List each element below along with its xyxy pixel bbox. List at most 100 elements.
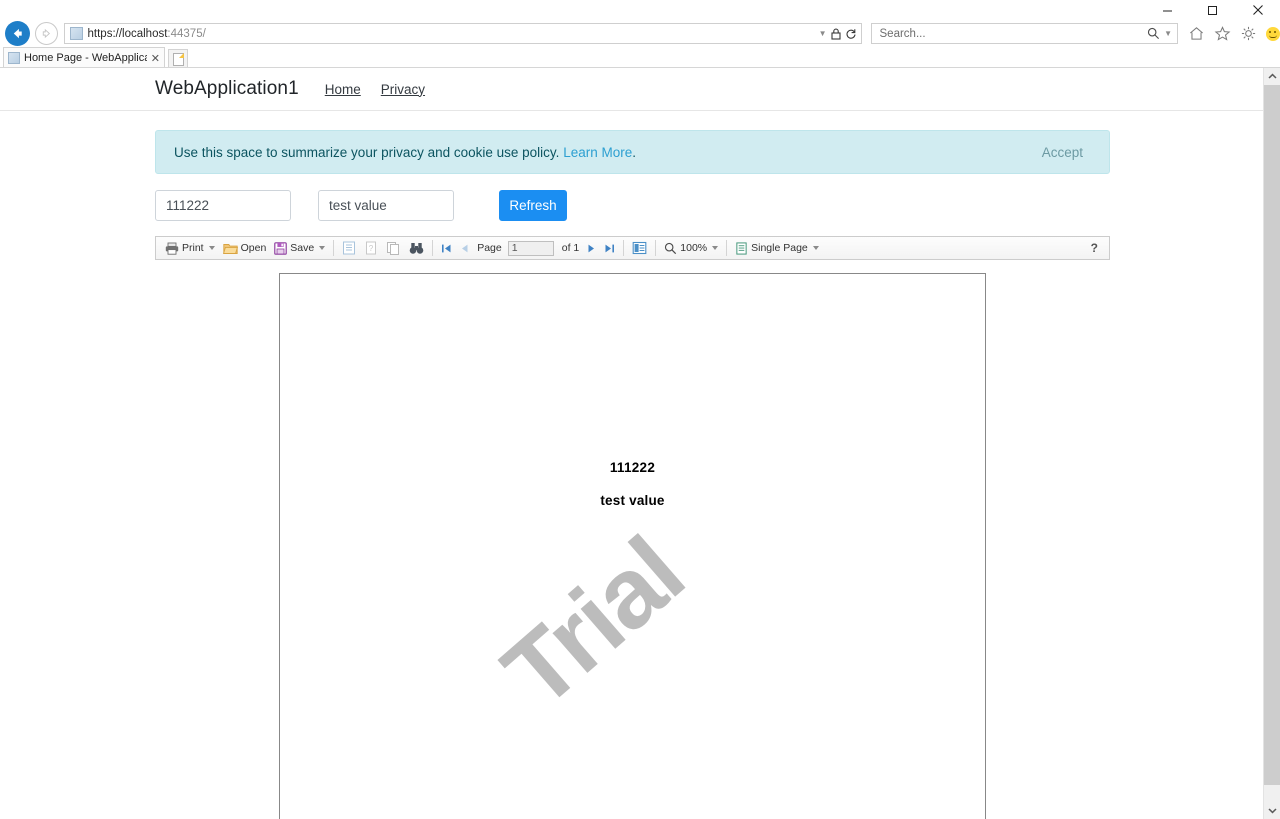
site-brand[interactable]: WebApplication1 [155, 78, 299, 100]
pdf-zoom-label: 100% [680, 242, 708, 254]
report-parameter-form: Refresh [155, 189, 1115, 221]
scrollbar-thumb[interactable] [1264, 85, 1280, 785]
last-page-icon [605, 244, 615, 252]
pdf-zoom-dropdown-icon[interactable] [712, 246, 719, 250]
zoom-magnifier-icon [665, 242, 677, 254]
settings-gear-icon[interactable] [1240, 25, 1257, 42]
first-page-icon [442, 244, 451, 252]
pdf-print-label: Print [182, 242, 204, 254]
cookie-learn-more-link[interactable]: Learn More [563, 145, 632, 160]
pdf-page-navigation: Page [473, 238, 558, 258]
refresh-button[interactable]: Refresh [499, 189, 567, 221]
window-controls [1145, 0, 1280, 20]
maximize-icon [1208, 5, 1217, 15]
close-button[interactable] [1235, 0, 1280, 20]
home-icon[interactable] [1188, 25, 1205, 42]
new-tab-button[interactable] [168, 49, 188, 68]
pdf-last-page-button[interactable] [600, 238, 619, 258]
address-bar-url: https://localhost:44375/ [87, 27, 206, 40]
printer-icon [165, 242, 179, 255]
browser-toolbar-icons [1188, 25, 1280, 42]
pdf-help-button[interactable]: ? [1091, 241, 1098, 255]
cookie-banner-text: Use this space to summarize your privacy… [174, 144, 636, 160]
page-scrollbar[interactable] [1263, 68, 1280, 819]
toolbar-separator [726, 240, 728, 256]
pdf-first-page-button[interactable] [437, 238, 456, 258]
pdf-page-count: of 1 [558, 238, 584, 258]
toolbar-separator [655, 240, 657, 256]
parameter-field-1[interactable] [155, 189, 291, 221]
binoculars-find-icon [409, 242, 424, 254]
pdf-open-label: Open [240, 242, 267, 254]
svg-text:?: ? [369, 244, 374, 253]
pdf-refresh-report-button[interactable] [382, 238, 405, 258]
search-actions: ▼ [1147, 27, 1177, 40]
next-page-icon [588, 244, 595, 252]
pdf-save-label: Save [290, 242, 315, 254]
scroll-up-button[interactable] [1264, 68, 1280, 85]
toolbar-separator [623, 240, 625, 256]
browser-titlebar [0, 0, 1280, 20]
minimize-icon [1163, 10, 1172, 11]
pdf-next-page-button[interactable] [583, 238, 600, 258]
tab-close-icon[interactable]: ✕ [151, 52, 160, 65]
pdf-print-dropdown-icon[interactable] [208, 246, 215, 250]
pdf-find-button[interactable] [405, 238, 428, 258]
cookie-consent-banner: Use this space to summarize your privacy… [155, 130, 1110, 174]
lock-icon [830, 28, 841, 40]
export-icon [632, 241, 647, 255]
pdf-page-count-label: of 1 [561, 242, 580, 254]
toolbar-separator [333, 240, 335, 256]
trial-watermark: Trial [482, 516, 704, 730]
pdf-export-button[interactable] [628, 238, 651, 258]
pdf-save-dropdown-icon[interactable] [319, 246, 326, 250]
pdf-open-button[interactable]: Open [219, 238, 271, 258]
pdf-print-button[interactable]: Print [161, 238, 219, 258]
feedback-smiley-icon[interactable] [1265, 26, 1280, 41]
pdf-save-button[interactable]: Save [270, 238, 329, 258]
pdf-previous-page-button[interactable] [456, 238, 473, 258]
browser-tab-bar: Home Page - WebApplicati... ✕ [0, 47, 1280, 68]
search-magnifier-icon[interactable] [1147, 27, 1160, 40]
pdf-page-input[interactable] [507, 240, 554, 256]
pdf-toolbar: Print Open Save ? Page 1 of 1 100% Singl… [155, 236, 1110, 260]
tab-favicon-icon [8, 52, 20, 64]
address-bar-actions: ▼ [819, 28, 861, 40]
forward-button[interactable] [33, 21, 61, 47]
scroll-down-button[interactable] [1264, 802, 1280, 819]
pdf-parameters-button[interactable]: ? [360, 238, 382, 258]
page-viewport: WebApplication1 Home Privacy Use this sp… [0, 68, 1263, 819]
nav-link-home[interactable]: Home [325, 82, 361, 97]
parameter-field-2[interactable] [318, 189, 454, 221]
chevron-up-icon [1268, 73, 1277, 79]
previous-page-icon [462, 244, 468, 252]
search-input[interactable]: Search... [880, 28, 926, 40]
maximize-button[interactable] [1190, 0, 1235, 20]
address-dropdown-icon[interactable]: ▼ [819, 29, 827, 38]
floppy-save-icon [274, 241, 288, 255]
browser-tab[interactable]: Home Page - WebApplicati... ✕ [3, 47, 165, 68]
back-icon [5, 21, 31, 46]
pdf-view-mode-dropdown-icon[interactable] [812, 246, 819, 250]
refresh-report-icon [387, 242, 400, 255]
address-bar[interactable]: https://localhost:44375/ ▼ [63, 23, 862, 44]
pdf-view-mode-control[interactable]: Single Page [731, 238, 823, 258]
search-box[interactable]: Search... ▼ [870, 23, 1178, 44]
favorites-star-icon[interactable] [1214, 25, 1231, 42]
toolbar-separator [432, 240, 434, 256]
back-button[interactable] [3, 21, 33, 47]
chevron-down-icon [1268, 808, 1277, 814]
cookie-accept-button[interactable]: Accept [1034, 142, 1091, 163]
minimize-button[interactable] [1145, 0, 1190, 20]
pdf-document-map-button[interactable] [338, 238, 360, 258]
pdf-zoom-control[interactable]: 100% [660, 238, 722, 258]
pdf-content-line-2: test value [600, 493, 665, 508]
close-icon [1252, 5, 1263, 15]
parameters-icon: ? [366, 241, 377, 255]
pdf-content-line-1: 111222 [609, 460, 656, 475]
search-dropdown-icon[interactable]: ▼ [1164, 29, 1172, 38]
nav-link-privacy[interactable]: Privacy [381, 82, 425, 97]
pdf-view-mode-label: Single Page [751, 242, 808, 254]
refresh-icon[interactable] [845, 28, 857, 40]
site-favicon-icon [69, 27, 83, 40]
